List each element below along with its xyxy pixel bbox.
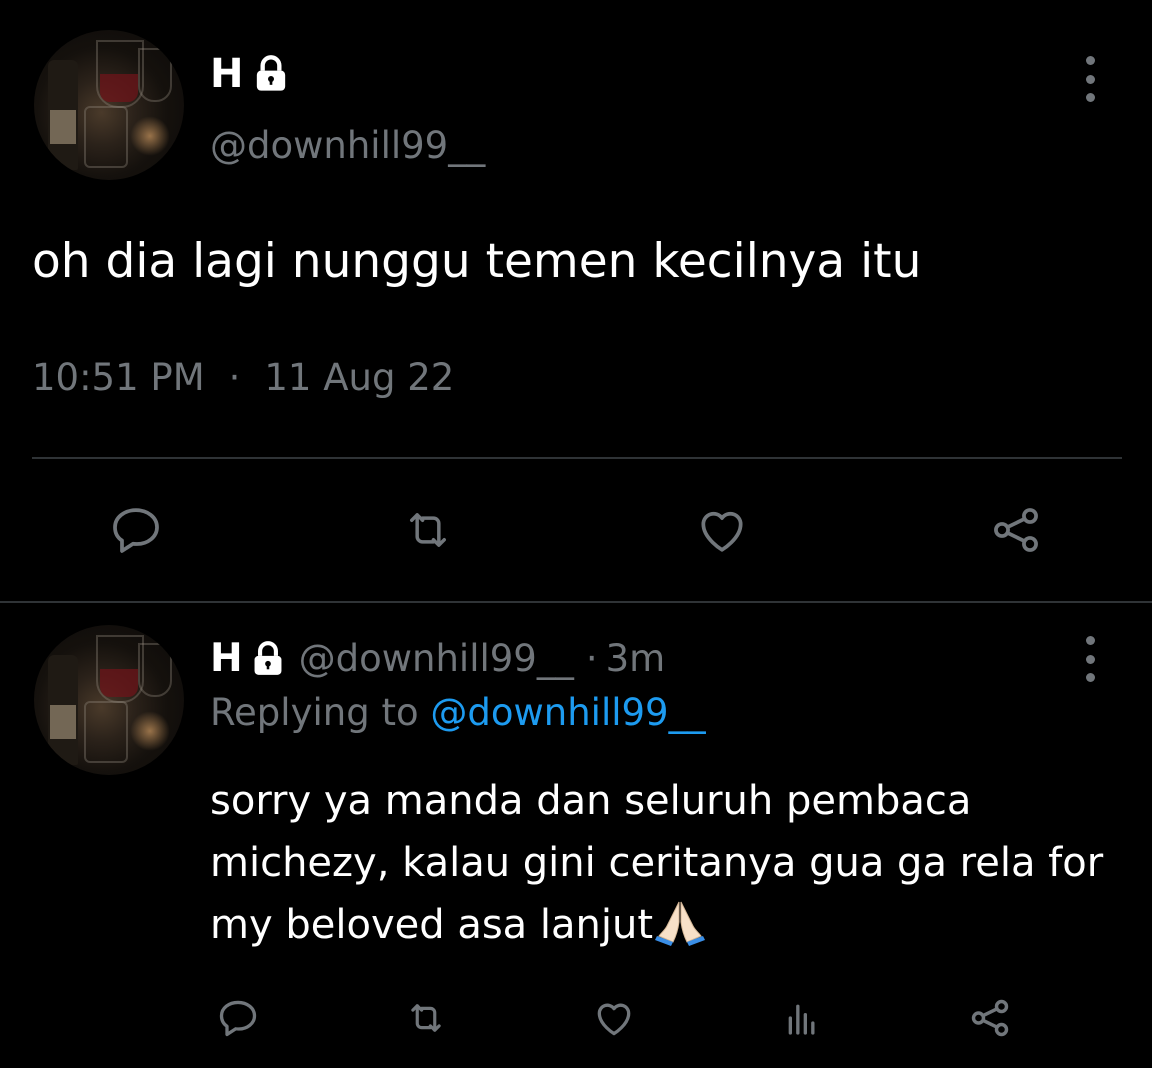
tweet-timestamp[interactable]: 10:51 PM · 11 Aug 22: [32, 352, 454, 404]
meta-separator: ·: [585, 637, 598, 680]
lock-icon: [251, 54, 291, 94]
like-icon[interactable]: [588, 992, 640, 1044]
author-handle[interactable]: @downhill99__: [210, 122, 485, 170]
divider: [32, 457, 1122, 459]
like-icon[interactable]: [692, 500, 752, 560]
tweet-text: oh dia lagi nunggu temen kecilnya itu: [32, 234, 922, 289]
author-name[interactable]: H: [210, 48, 291, 100]
avatar[interactable]: [34, 625, 184, 775]
tweet-time: 10:51 PM: [32, 356, 205, 399]
author-handle[interactable]: @downhill99__: [299, 633, 574, 685]
reply-header: H @downhill99__ · 3m: [210, 633, 665, 685]
tweet-date: 11 Aug 22: [264, 356, 455, 399]
author-name-text: H: [210, 636, 243, 681]
replying-to-label: Replying to: [210, 691, 419, 734]
lock-icon: [249, 640, 287, 678]
avatar[interactable]: [34, 30, 184, 180]
more-options-icon[interactable]: [1080, 56, 1100, 102]
analytics-icon[interactable]: [776, 992, 828, 1044]
share-icon[interactable]: [986, 500, 1046, 560]
tweet-thread-screen: H @downhill99__ oh dia lagi nunggu temen…: [0, 0, 1152, 1068]
divider: [0, 601, 1152, 603]
retweet-icon[interactable]: [398, 500, 458, 560]
replying-to-mention[interactable]: @downhill99__: [430, 691, 705, 734]
more-options-icon[interactable]: [1080, 636, 1100, 682]
reply-text-block: sorry ya manda dan seluruh pembaca miche…: [210, 770, 1120, 956]
reply-icon[interactable]: [212, 992, 264, 1044]
folded-hands-emoji: [653, 896, 707, 946]
author-name-text: H: [210, 51, 244, 97]
tweet-age[interactable]: 3m: [606, 633, 666, 685]
share-icon[interactable]: [964, 992, 1016, 1044]
retweet-icon[interactable]: [400, 992, 452, 1044]
author-name[interactable]: H: [210, 633, 287, 685]
meta-separator: ·: [228, 356, 241, 399]
reply-icon[interactable]: [106, 500, 166, 560]
replying-to: Replying to @downhill99__: [210, 687, 706, 739]
